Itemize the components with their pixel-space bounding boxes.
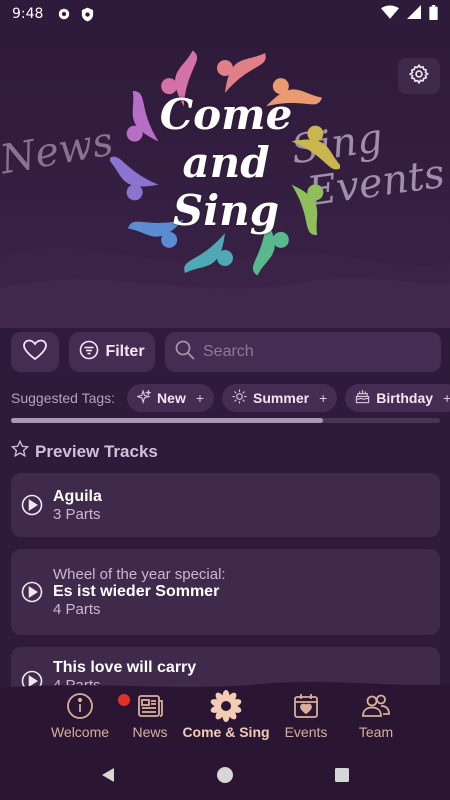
- plus-icon: +: [319, 390, 328, 406]
- track-row[interactable]: Wheel of the year special: Es ist wieder…: [11, 549, 440, 635]
- suggested-tags-label: Suggested Tags:: [11, 390, 116, 406]
- shield-status-icon: [81, 7, 94, 22]
- hero-banner: News Sing Events Come and Sing: [0, 28, 450, 328]
- search-icon: [175, 340, 195, 365]
- search-input[interactable]: [203, 343, 431, 361]
- nav-item-welcome[interactable]: Welcome: [38, 688, 122, 740]
- nav-item-news[interactable]: News: [122, 688, 178, 740]
- nav-label: Team: [358, 724, 394, 740]
- plus-icon: +: [443, 390, 450, 406]
- cellular-signal-icon: [407, 5, 421, 23]
- star-icon: [10, 439, 30, 463]
- settings-gear-status-icon: [57, 7, 71, 21]
- nav-items: Welcome News Come & Sing Events Team: [38, 688, 414, 740]
- track-name: This love will carry: [53, 659, 197, 676]
- play-icon[interactable]: [21, 581, 43, 603]
- favorites-button[interactable]: [11, 332, 59, 372]
- track-row[interactable]: Aguila 3 Parts: [11, 473, 440, 537]
- search-field[interactable]: [165, 332, 441, 372]
- sun-icon: [232, 389, 247, 407]
- track-subtitle: Wheel of the year special:: [53, 566, 226, 583]
- battery-icon: [429, 4, 438, 24]
- settings-button[interactable]: [398, 58, 440, 94]
- news-script-text: News: [0, 118, 117, 184]
- tag-label: Summer: [253, 390, 310, 406]
- wifi-icon: [381, 5, 399, 23]
- tag-label: Birthday: [376, 390, 434, 406]
- newspaper-icon: [136, 688, 164, 724]
- info-icon: [66, 688, 94, 724]
- preview-tracks-heading: Preview Tracks: [10, 439, 158, 463]
- nav-item-come-and-sing[interactable]: Come & Sing: [178, 688, 274, 740]
- logo-wordmark: Come and Sing: [159, 90, 293, 235]
- filter-label: Filter: [105, 343, 145, 360]
- heart-icon: [23, 339, 47, 366]
- nav-item-team[interactable]: Team: [338, 688, 414, 740]
- toolbar: Filter: [11, 332, 441, 372]
- system-navigation-bar: [0, 754, 450, 800]
- bottom-navigation: Welcome News Come & Sing Events Team: [0, 682, 450, 754]
- section-title-text: Preview Tracks: [35, 441, 158, 461]
- filter-button[interactable]: Filter: [69, 332, 155, 372]
- sparkle-icon: [135, 388, 153, 407]
- home-icon[interactable]: [216, 766, 234, 789]
- track-parts: 3 Parts: [53, 505, 101, 523]
- tag-new[interactable]: New +: [127, 384, 215, 412]
- tag-label: New: [157, 390, 186, 406]
- back-icon[interactable]: [100, 767, 116, 788]
- track-name: Es ist wieder Sommer: [53, 583, 220, 600]
- cake-icon: [355, 389, 370, 407]
- status-time: 9:48: [12, 6, 44, 22]
- status-bar: 9:48: [0, 0, 450, 28]
- plus-icon: +: [195, 390, 205, 406]
- nav-item-events[interactable]: Events: [274, 688, 338, 740]
- filter-icon: [79, 340, 99, 365]
- suggested-tags-row: Suggested Tags: New + Summer + Birthday …: [11, 383, 450, 413]
- gear-icon: [408, 63, 430, 90]
- news-notification-badge: [118, 694, 130, 706]
- nav-label: Welcome: [50, 724, 110, 740]
- people-icon: [361, 688, 391, 724]
- tag-summer[interactable]: Summer +: [222, 384, 338, 412]
- flower-logo-icon: [209, 688, 243, 724]
- tag-birthday[interactable]: Birthday +: [345, 384, 450, 412]
- tags-scroll-thumb[interactable]: [11, 418, 323, 423]
- calendar-heart-icon: [292, 688, 320, 724]
- track-parts: 4 Parts: [53, 601, 101, 618]
- preview-track-list: Aguila 3 Parts Wheel of the year special…: [11, 473, 440, 688]
- nav-label: Come & Sing: [182, 724, 270, 740]
- nav-label: News: [132, 724, 168, 740]
- track-name: Aguila: [53, 487, 102, 505]
- nav-label: Events: [284, 724, 328, 740]
- recents-icon[interactable]: [334, 767, 350, 788]
- play-icon[interactable]: [21, 494, 43, 516]
